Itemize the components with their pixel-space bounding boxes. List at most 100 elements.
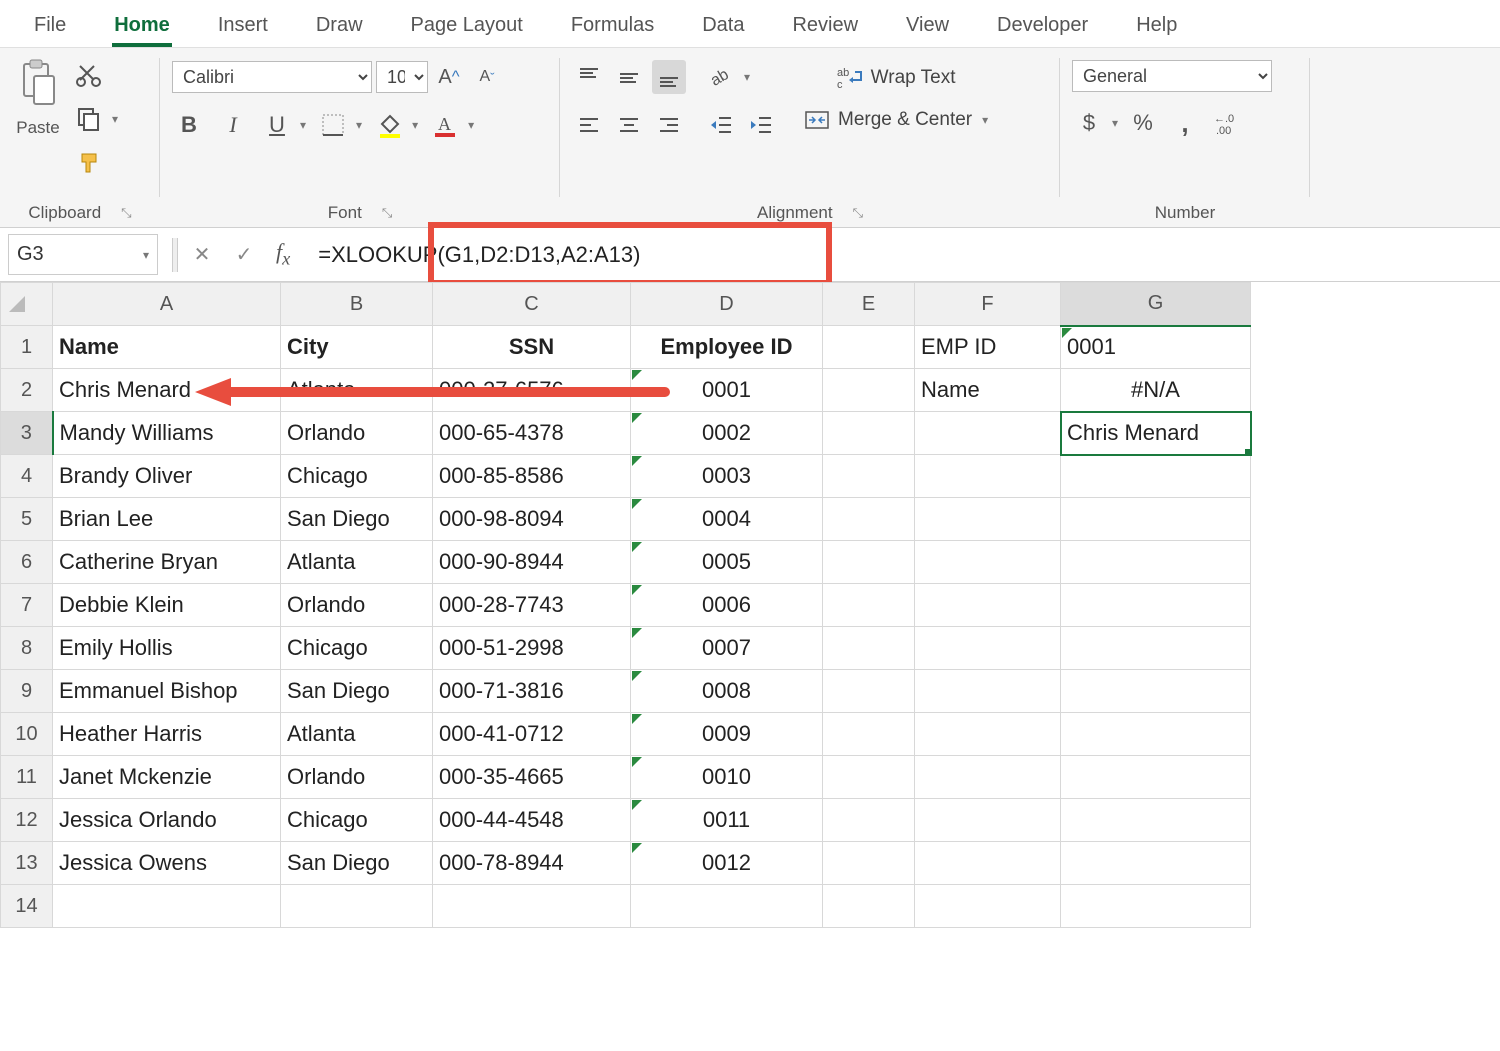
cell[interactable] bbox=[823, 670, 915, 713]
cell[interactable] bbox=[281, 885, 433, 928]
underline-button[interactable]: U bbox=[260, 108, 294, 142]
cell[interactable]: Catherine Bryan bbox=[53, 541, 281, 584]
increase-indent-button[interactable] bbox=[744, 108, 778, 142]
clipboard-launcher[interactable]: ⤡ bbox=[121, 205, 131, 221]
chevron-down-icon[interactable]: ▾ bbox=[410, 118, 418, 132]
chevron-down-icon[interactable]: ▾ bbox=[141, 248, 149, 262]
col-header-c[interactable]: C bbox=[433, 283, 631, 326]
cell[interactable]: EMP ID bbox=[915, 326, 1061, 369]
cell[interactable]: Jessica Owens bbox=[53, 842, 281, 885]
cell[interactable]: Brian Lee bbox=[53, 498, 281, 541]
tab-file[interactable]: File bbox=[10, 4, 90, 47]
tab-formulas[interactable]: Formulas bbox=[547, 4, 678, 47]
merge-center-button[interactable]: Merge & Center ▾ bbox=[796, 104, 996, 136]
row-header[interactable]: 10 bbox=[1, 713, 53, 756]
chevron-down-icon[interactable]: ▾ bbox=[466, 118, 474, 132]
select-all-corner[interactable] bbox=[1, 283, 53, 326]
cell[interactable]: 0009 bbox=[631, 713, 823, 756]
cell[interactable]: 0003 bbox=[631, 455, 823, 498]
font-size-select[interactable]: 10 bbox=[376, 61, 428, 93]
cell[interactable] bbox=[1061, 799, 1251, 842]
number-format-select[interactable]: General bbox=[1072, 60, 1272, 92]
font-launcher[interactable]: ⤡ bbox=[382, 205, 392, 221]
row-header[interactable]: 13 bbox=[1, 842, 53, 885]
cell[interactable] bbox=[915, 627, 1061, 670]
percent-button[interactable]: % bbox=[1126, 106, 1160, 140]
cell[interactable] bbox=[915, 455, 1061, 498]
cell[interactable] bbox=[915, 842, 1061, 885]
cell[interactable]: Janet Mckenzie bbox=[53, 756, 281, 799]
align-left-button[interactable] bbox=[572, 108, 606, 142]
cell[interactable] bbox=[631, 885, 823, 928]
cell[interactable]: 000-85-8586 bbox=[433, 455, 631, 498]
copy-button[interactable] bbox=[72, 102, 106, 136]
cell[interactable] bbox=[1061, 498, 1251, 541]
cell[interactable] bbox=[1061, 455, 1251, 498]
name-box[interactable]: G3 ▾ bbox=[8, 234, 158, 275]
cell-selected[interactable]: Chris Menard bbox=[1061, 412, 1251, 455]
align-center-button[interactable] bbox=[612, 108, 646, 142]
cell[interactable]: 000-44-4548 bbox=[433, 799, 631, 842]
cell[interactable]: 0005 bbox=[631, 541, 823, 584]
cell[interactable]: Emily Hollis bbox=[53, 627, 281, 670]
cell[interactable]: Employee ID bbox=[631, 326, 823, 369]
chevron-down-icon[interactable]: ▾ bbox=[110, 112, 118, 126]
fill-color-button[interactable] bbox=[372, 108, 406, 142]
tab-developer[interactable]: Developer bbox=[973, 4, 1112, 47]
cell[interactable] bbox=[823, 455, 915, 498]
col-header-e[interactable]: E bbox=[823, 283, 915, 326]
row-header[interactable]: 6 bbox=[1, 541, 53, 584]
cell[interactable] bbox=[823, 584, 915, 627]
cell[interactable] bbox=[1061, 584, 1251, 627]
chevron-down-icon[interactable]: ▾ bbox=[1110, 116, 1118, 130]
cut-button[interactable] bbox=[72, 58, 106, 92]
cell[interactable] bbox=[1061, 627, 1251, 670]
cell[interactable]: Emmanuel Bishop bbox=[53, 670, 281, 713]
cell[interactable]: Chicago bbox=[281, 799, 433, 842]
col-header-a[interactable]: A bbox=[53, 283, 281, 326]
cell[interactable] bbox=[823, 885, 915, 928]
tab-insert[interactable]: Insert bbox=[194, 4, 292, 47]
comma-button[interactable]: , bbox=[1168, 106, 1202, 140]
cell[interactable] bbox=[823, 369, 915, 412]
cell[interactable]: 000-78-8944 bbox=[433, 842, 631, 885]
col-header-d[interactable]: D bbox=[631, 283, 823, 326]
cell[interactable]: 000-71-3816 bbox=[433, 670, 631, 713]
row-header[interactable]: 9 bbox=[1, 670, 53, 713]
cell[interactable] bbox=[823, 756, 915, 799]
cell[interactable]: Orlando bbox=[281, 756, 433, 799]
paste-button[interactable] bbox=[12, 54, 64, 114]
cell[interactable] bbox=[1061, 670, 1251, 713]
cell[interactable]: 000-35-4665 bbox=[433, 756, 631, 799]
cell[interactable]: San Diego bbox=[281, 842, 433, 885]
cell[interactable]: 000-65-4378 bbox=[433, 412, 631, 455]
italic-button[interactable]: I bbox=[216, 108, 250, 142]
fx-label[interactable]: fx bbox=[268, 239, 298, 269]
format-painter-button[interactable] bbox=[72, 146, 106, 180]
cell[interactable] bbox=[915, 498, 1061, 541]
tab-draw[interactable]: Draw bbox=[292, 4, 387, 47]
cell[interactable]: 000-27-6576 bbox=[433, 369, 631, 412]
cell[interactable]: Brandy Oliver bbox=[53, 455, 281, 498]
cell[interactable]: 0006 bbox=[631, 584, 823, 627]
cell[interactable] bbox=[915, 799, 1061, 842]
row-header[interactable]: 11 bbox=[1, 756, 53, 799]
cell[interactable]: 000-41-0712 bbox=[433, 713, 631, 756]
chevron-down-icon[interactable]: ▾ bbox=[354, 118, 362, 132]
cell[interactable] bbox=[823, 799, 915, 842]
wrap-text-button[interactable]: abc Wrap Text bbox=[796, 62, 996, 94]
cell[interactable]: 0004 bbox=[631, 498, 823, 541]
cell[interactable] bbox=[823, 627, 915, 670]
formula-input[interactable]: =XLOOKUP(G1,D2:D13,A2:A13) bbox=[308, 228, 1500, 281]
cell[interactable] bbox=[823, 326, 915, 369]
cell[interactable] bbox=[915, 756, 1061, 799]
cell[interactable]: Atlanta bbox=[281, 541, 433, 584]
cell[interactable] bbox=[823, 412, 915, 455]
cell[interactable] bbox=[915, 670, 1061, 713]
cell[interactable] bbox=[1061, 541, 1251, 584]
cell[interactable] bbox=[1061, 885, 1251, 928]
align-top-button[interactable] bbox=[572, 60, 606, 94]
row-header[interactable]: 1 bbox=[1, 326, 53, 369]
cell[interactable]: City bbox=[281, 326, 433, 369]
chevron-down-icon[interactable]: ▾ bbox=[980, 113, 988, 127]
